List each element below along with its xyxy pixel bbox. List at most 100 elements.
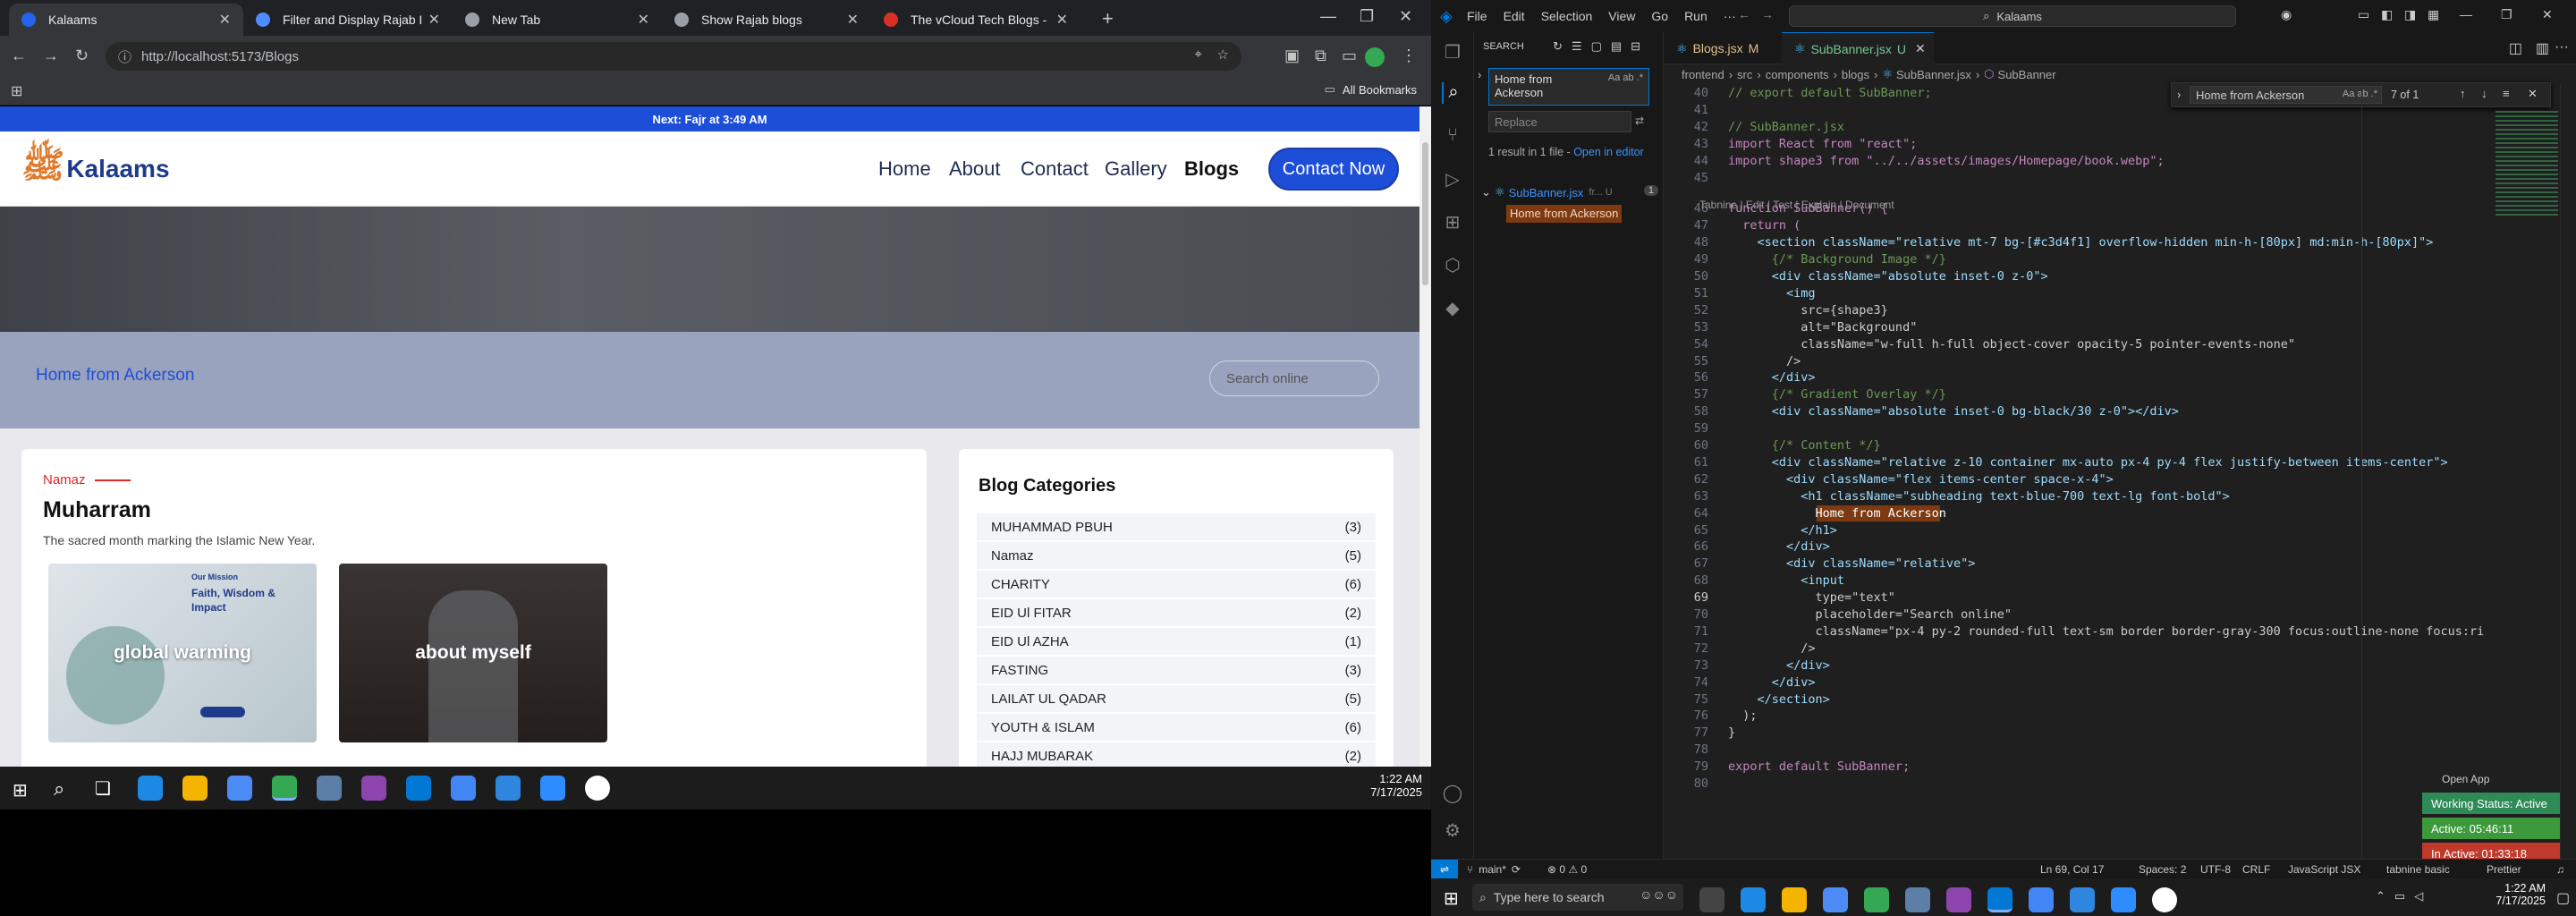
code-line[interactable]: <div className="relative">: [1728, 556, 1975, 571]
back-icon[interactable]: ←: [11, 47, 27, 65]
tab-blogs-jsx[interactable]: ⚛ Blogs.jsx M: [1664, 32, 1782, 64]
search-match-line[interactable]: Home from Ackerson: [1506, 205, 1623, 223]
taskbar-search-icon[interactable]: ⌕: [54, 777, 64, 801]
code-line[interactable]: alt="Background": [1728, 320, 1917, 335]
menu-edit[interactable]: Edit: [1504, 9, 1525, 23]
code-line[interactable]: }: [1728, 725, 1735, 740]
nav-blogs[interactable]: Blogs: [1184, 131, 1239, 207]
explorer-icon[interactable]: ❐: [1442, 41, 1463, 63]
code-editor[interactable]: 40 // export default SubBanner; 41 42 // Sub…: [1664, 82, 2576, 859]
store-app-icon[interactable]: [227, 776, 252, 801]
taskbar-search-box[interactable]: ⌕ Type here to search ☺☺☺: [1472, 884, 1683, 911]
code-line[interactable]: className="px-4 py-2 rounded-full text-s…: [1728, 624, 2485, 639]
vs-close-icon[interactable]: ✕: [2542, 7, 2553, 22]
blog-card-about-myself[interactable]: about myself: [339, 564, 607, 742]
menu-more-icon[interactable]: ···: [1724, 9, 1736, 23]
search-view-icon[interactable]: ⌕: [1442, 82, 1463, 104]
code-line[interactable]: // export default SubBanner;: [1728, 86, 1932, 100]
category-item[interactable]: LAILAT UL QADAR (5): [977, 685, 1376, 712]
github-desktop-icon[interactable]: [361, 776, 386, 801]
tabnine-status[interactable]: tabnine basic: [2386, 863, 2450, 876]
file-explorer-icon[interactable]: [182, 776, 208, 801]
close-find-icon[interactable]: ✕: [2528, 87, 2538, 101]
code-line[interactable]: // SubBanner.jsx: [1728, 120, 1844, 134]
command-center[interactable]: ⌕ Kalaams: [1789, 5, 2236, 27]
forward-icon[interactable]: →: [43, 47, 59, 65]
cursor-position[interactable]: Ln 69, Col 17: [2040, 863, 2104, 876]
category-item[interactable]: CHARITY (6): [977, 571, 1376, 598]
code-line[interactable]: <div className="absolute inset-0 z-0">: [1728, 269, 2048, 284]
all-bookmarks-button[interactable]: ▭ All Bookmarks: [1325, 82, 1417, 97]
chrome-app-icon[interactable]: [272, 776, 297, 801]
open-in-editor-link[interactable]: Open in editor: [1573, 146, 1644, 158]
maximize-icon[interactable]: ❐: [1360, 7, 1374, 26]
location-icon[interactable]: ⌖: [1195, 47, 1202, 62]
contact-now-button[interactable]: Contact Now: [1268, 148, 1399, 191]
github-desktop-icon[interactable]: [1946, 887, 1971, 912]
code-line[interactable]: export default SubBanner;: [1728, 759, 1910, 774]
toggle-replace-icon[interactable]: ›: [1478, 68, 1487, 81]
eol-status[interactable]: CRLF: [2242, 863, 2270, 876]
nav-forward-icon[interactable]: →: [1761, 7, 1774, 21]
edge-app-icon[interactable]: [138, 776, 163, 801]
code-line[interactable]: src={shape3}: [1728, 303, 1888, 318]
app-icon-12[interactable]: [2152, 887, 2177, 912]
tabnine-codelens[interactable]: Tabnine | Edit | Test | Explain | Docume…: [1699, 199, 1894, 211]
chrome-profile-icon[interactable]: [2029, 887, 2054, 912]
copilot-icon[interactable]: ◉: [2281, 7, 2292, 22]
task-view-icon[interactable]: ❏: [95, 777, 111, 800]
close-window-icon[interactable]: ✕: [1399, 7, 1412, 26]
task-view-icon[interactable]: [1699, 887, 1724, 912]
code-line[interactable]: {/* Background Image */}: [1728, 252, 1946, 267]
taskbar-clock[interactable]: 1:22 AM 7/17/2025: [1351, 772, 1422, 799]
category-item[interactable]: EID Ul AZHA (1): [977, 628, 1376, 655]
notifications-bell-icon[interactable]: ♫: [2556, 863, 2564, 876]
code-line[interactable]: {/* Content */}: [1728, 438, 1881, 453]
breadcrumb-symbol[interactable]: SubBanner: [1998, 68, 2056, 81]
category-item[interactable]: HAJJ MUBARAK (2): [977, 742, 1376, 767]
scrollbar-thumb[interactable]: [1422, 142, 1428, 285]
tab-subbanner-jsx[interactable]: ⚛ SubBanner.jsx U ✕: [1782, 32, 1934, 64]
minimap[interactable]: [2496, 111, 2558, 218]
code-line[interactable]: type="text": [1728, 590, 1895, 605]
more-actions-icon[interactable]: ···: [2555, 39, 2569, 55]
system-tray[interactable]: ⌃ ▭ ◁: [2376, 889, 2423, 903]
notification-center-icon[interactable]: ▢: [2556, 889, 2570, 907]
code-line[interactable]: />: [1728, 641, 1815, 656]
code-line[interactable]: </div>: [1728, 539, 1830, 554]
photos-app-icon[interactable]: [2070, 887, 2095, 912]
nav-home[interactable]: Home: [878, 131, 931, 207]
nav-back-icon[interactable]: ←: [1738, 7, 1750, 21]
next-match-icon[interactable]: ↓: [2481, 87, 2487, 100]
prettier-status[interactable]: Prettier: [2487, 863, 2521, 876]
breadcrumb-blogs[interactable]: blogs: [1842, 68, 1869, 81]
windows-start-icon[interactable]: ⊞: [13, 779, 28, 802]
refresh-icon[interactable]: ↻: [1553, 39, 1563, 54]
search-input[interactable]: Home from Ackerson Aa ab .*: [1488, 68, 1649, 106]
close-tab-icon[interactable]: ✕: [847, 11, 859, 29]
collapse-all-icon[interactable]: ⊟: [1631, 39, 1640, 54]
profile-avatar[interactable]: [1365, 47, 1385, 67]
code-line[interactable]: className="w-full h-full object-cover op…: [1728, 337, 2295, 352]
result-file-row[interactable]: ⌄ ⚛ SubBanner.jsx fr... U 1: [1481, 182, 1660, 202]
nav-gallery[interactable]: Gallery: [1105, 131, 1167, 207]
site-logo[interactable]: ﷺ Kalaams: [21, 144, 170, 192]
page-scrollbar[interactable]: [1419, 106, 1431, 767]
reload-icon[interactable]: ↻: [75, 47, 89, 65]
code-line[interactable]: Home from Ackerson: [1728, 506, 1946, 521]
code-line[interactable]: />: [1728, 354, 1801, 369]
find-in-selection-icon[interactable]: ≡: [2503, 87, 2510, 100]
accounts-icon[interactable]: ◯: [1442, 782, 1463, 803]
chrome-profile-icon[interactable]: [451, 776, 476, 801]
site-info-icon[interactable]: ⓘ: [118, 47, 131, 66]
vs-maximize-icon[interactable]: ❐: [2501, 7, 2512, 22]
branch-status[interactable]: ⑂ main* ⟳: [1467, 863, 1521, 876]
nav-contact[interactable]: Contact: [1021, 131, 1089, 207]
menu-go[interactable]: Go: [1651, 9, 1668, 23]
code-line[interactable]: <img: [1728, 286, 1816, 301]
replace-input[interactable]: Replace: [1488, 111, 1631, 132]
find-options-icon[interactable]: Aa ab .*: [2343, 89, 2377, 99]
breadcrumb-src[interactable]: src: [1737, 68, 1752, 81]
zoom-app-icon[interactable]: [540, 776, 565, 801]
photos-app-icon[interactable]: [496, 776, 521, 801]
